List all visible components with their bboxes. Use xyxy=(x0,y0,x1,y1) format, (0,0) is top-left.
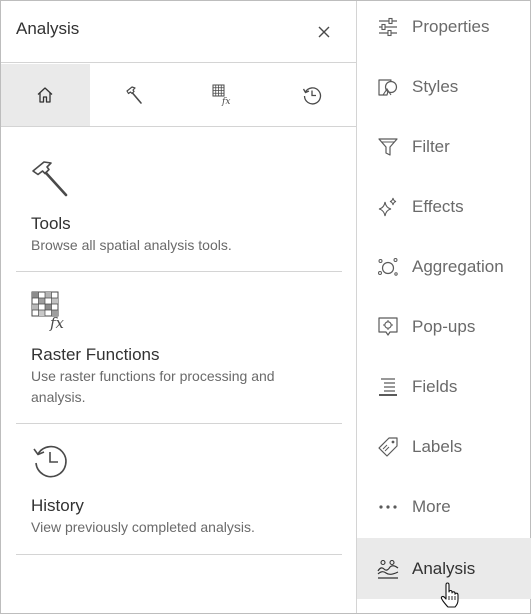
history-icon xyxy=(301,84,323,106)
tab-raster-functions[interactable]: fx xyxy=(179,64,268,126)
action-label: Fields xyxy=(412,377,458,396)
action-label: Aggregation xyxy=(412,257,504,276)
fields-icon xyxy=(376,375,400,399)
close-icon xyxy=(317,25,331,39)
tab-home[interactable] xyxy=(1,64,90,126)
action-fields[interactable]: Fields xyxy=(357,357,531,417)
more-icon xyxy=(376,495,400,519)
action-label: Filter xyxy=(412,137,450,156)
panel-header: Analysis xyxy=(1,1,356,63)
panel-title: Analysis xyxy=(16,19,80,38)
action-styles[interactable]: Styles xyxy=(357,57,531,117)
action-label: Properties xyxy=(412,17,490,36)
action-popups[interactable]: Pop-ups xyxy=(357,297,531,357)
styles-icon xyxy=(376,75,400,99)
analysis-panel: Analysis fx Tools Browse all spatial ana… xyxy=(1,1,356,613)
card-description: Browse all spatial analysis tools. xyxy=(31,237,232,253)
popup-icon xyxy=(376,315,400,339)
raster-function-icon: fx xyxy=(211,83,235,107)
action-aggregation[interactable]: Aggregation xyxy=(357,237,531,297)
action-label: Styles xyxy=(412,77,459,96)
card-title: Tools xyxy=(31,214,71,233)
sparkles-icon xyxy=(376,195,400,219)
analysis-tabbar: fx xyxy=(1,64,356,127)
action-filter[interactable]: Filter xyxy=(357,117,531,177)
tab-history[interactable] xyxy=(267,64,356,126)
history-icon xyxy=(30,441,70,481)
action-bar: Properties Styles Filter Effects Aggrega… xyxy=(356,0,531,613)
action-label: More xyxy=(412,497,451,516)
home-icon xyxy=(35,85,55,105)
action-label: Pop-ups xyxy=(412,317,476,336)
tab-tools[interactable] xyxy=(90,64,179,126)
hammer-icon xyxy=(123,84,145,106)
analysis-icon xyxy=(376,557,400,581)
label-tag-icon xyxy=(376,435,400,459)
card-title: Raster Functions xyxy=(31,345,160,364)
hammer-icon xyxy=(30,157,72,199)
hand-pointer-icon xyxy=(440,582,460,608)
action-more[interactable]: More xyxy=(357,477,531,537)
svg-text:fx: fx xyxy=(49,314,65,332)
action-label: Analysis xyxy=(412,558,476,578)
close-button[interactable] xyxy=(311,19,337,45)
raster-functions-card[interactable]: fx Raster Functions Use raster functions… xyxy=(16,272,342,424)
action-label: Effects xyxy=(412,197,464,216)
action-properties[interactable]: Properties xyxy=(357,0,531,57)
action-labels[interactable]: Labels xyxy=(357,417,531,477)
action-effects[interactable]: Effects xyxy=(357,177,531,237)
card-description: Use raster functions for processing and … xyxy=(31,368,275,405)
action-label: Labels xyxy=(412,437,463,456)
svg-text:fx: fx xyxy=(221,97,230,107)
sliders-icon xyxy=(376,15,400,39)
card-title: History xyxy=(31,496,84,515)
aggregation-icon xyxy=(376,255,400,279)
tools-card[interactable]: Tools Browse all spatial analysis tools. xyxy=(16,127,342,272)
filter-icon xyxy=(376,135,400,159)
raster-function-icon: fx xyxy=(30,290,74,334)
card-description: View previously completed analysis. xyxy=(31,519,255,535)
history-card[interactable]: History View previously completed analys… xyxy=(16,424,342,555)
